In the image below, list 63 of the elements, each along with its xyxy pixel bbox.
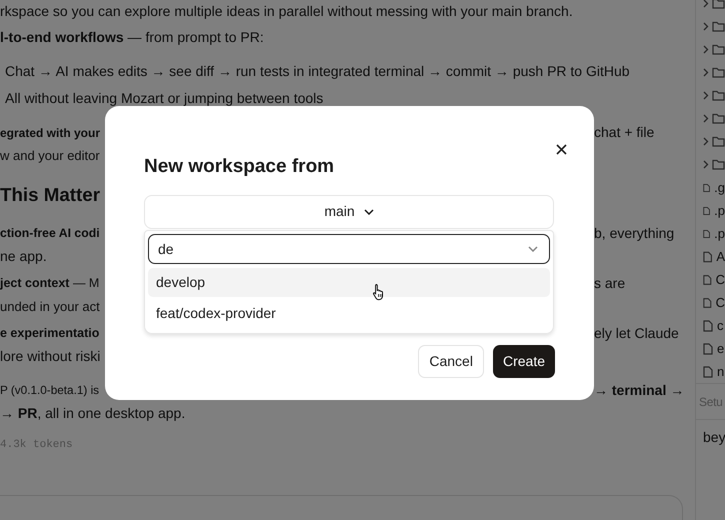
cancel-button[interactable]: Cancel — [418, 344, 484, 378]
folder-icon — [712, 67, 725, 78]
document-text: unded in your act — [0, 298, 100, 316]
chevron-right-icon[interactable] — [703, 137, 709, 146]
document-text: egrated with your — [0, 124, 100, 142]
file-name[interactable]: C — [716, 270, 725, 290]
chevron-right-icon[interactable] — [703, 91, 709, 100]
document-text: P (v0.1.0-beta.1) is — [0, 382, 100, 399]
folder-icon — [712, 136, 725, 147]
file-icon — [703, 182, 710, 194]
file-name[interactable]: .p — [714, 224, 725, 244]
chevron-right-icon[interactable] — [703, 22, 709, 31]
branch-option[interactable]: feat/codex-provider — [148, 298, 550, 328]
folder-icon — [712, 113, 725, 124]
file-icon — [703, 296, 712, 308]
document-text: → terminal → — [594, 381, 684, 400]
folder-icon — [712, 90, 725, 101]
document-text: ction-free AI codi — [0, 225, 100, 242]
chevron-right-icon[interactable] — [703, 45, 709, 54]
document-text: Chat → AI makes edits → see diff → run tests in integrated terminal → commit → push PR to GitHub — [4, 62, 630, 81]
document-text: chat + file — [594, 123, 654, 142]
file-icon — [703, 342, 713, 354]
folder-icon — [712, 44, 725, 55]
file-name[interactable]: e — [717, 338, 724, 358]
document-text: ely let Claude — [594, 324, 679, 343]
folder-icon — [712, 159, 725, 170]
chevron-right-icon[interactable] — [703, 160, 709, 169]
file-icon — [703, 320, 713, 332]
file-name[interactable]: n — [717, 362, 724, 382]
file-name[interactable]: .g — [714, 178, 725, 198]
file-name[interactable]: .p — [714, 200, 725, 220]
branch-select[interactable]: main — [144, 194, 554, 228]
document-text: rkspace so you can explore multiple ideas in parallel without messing with your main branch. — [0, 2, 573, 21]
chevron-right-icon[interactable] — [703, 114, 709, 123]
document-text: ne app. — [0, 247, 47, 266]
file-icon — [703, 274, 712, 286]
dialog-title: New workspace from — [144, 155, 334, 179]
document-text: lore without riski — [0, 347, 100, 366]
file-icon — [703, 204, 710, 216]
create-button[interactable]: Create — [492, 344, 555, 378]
folder-icon — [712, 21, 725, 32]
document-text: s are — [594, 274, 626, 293]
file-name[interactable]: C — [716, 292, 725, 312]
document-text: l-to-end workflows — from prompt to PR: — [0, 28, 264, 47]
file-name[interactable]: c — [717, 316, 724, 336]
folder-icon — [712, 0, 725, 9]
branch-search-field[interactable]: de — [148, 234, 550, 264]
file-icon — [703, 250, 712, 262]
chevron-right-icon[interactable] — [703, 0, 709, 8]
document-text: e experimentatio — [0, 325, 100, 342]
chevron-right-icon[interactable] — [703, 68, 709, 77]
chevron-down-icon — [528, 246, 538, 252]
document-text: ject context — M — [0, 275, 100, 292]
document-text: All without leaving Mozart or jumping between tools — [4, 89, 324, 108]
document-text: b, everything — [594, 224, 674, 243]
file-name[interactable]: A — [716, 246, 725, 266]
document-heading: This Matter — [0, 182, 100, 207]
document-text: → PR, all in one desktop app. — [0, 404, 186, 423]
chevron-down-icon — [364, 208, 374, 214]
file-icon — [703, 228, 710, 240]
close-icon — [556, 144, 566, 154]
file-icon — [703, 366, 713, 378]
document-text: w and your editor — [0, 146, 100, 165]
